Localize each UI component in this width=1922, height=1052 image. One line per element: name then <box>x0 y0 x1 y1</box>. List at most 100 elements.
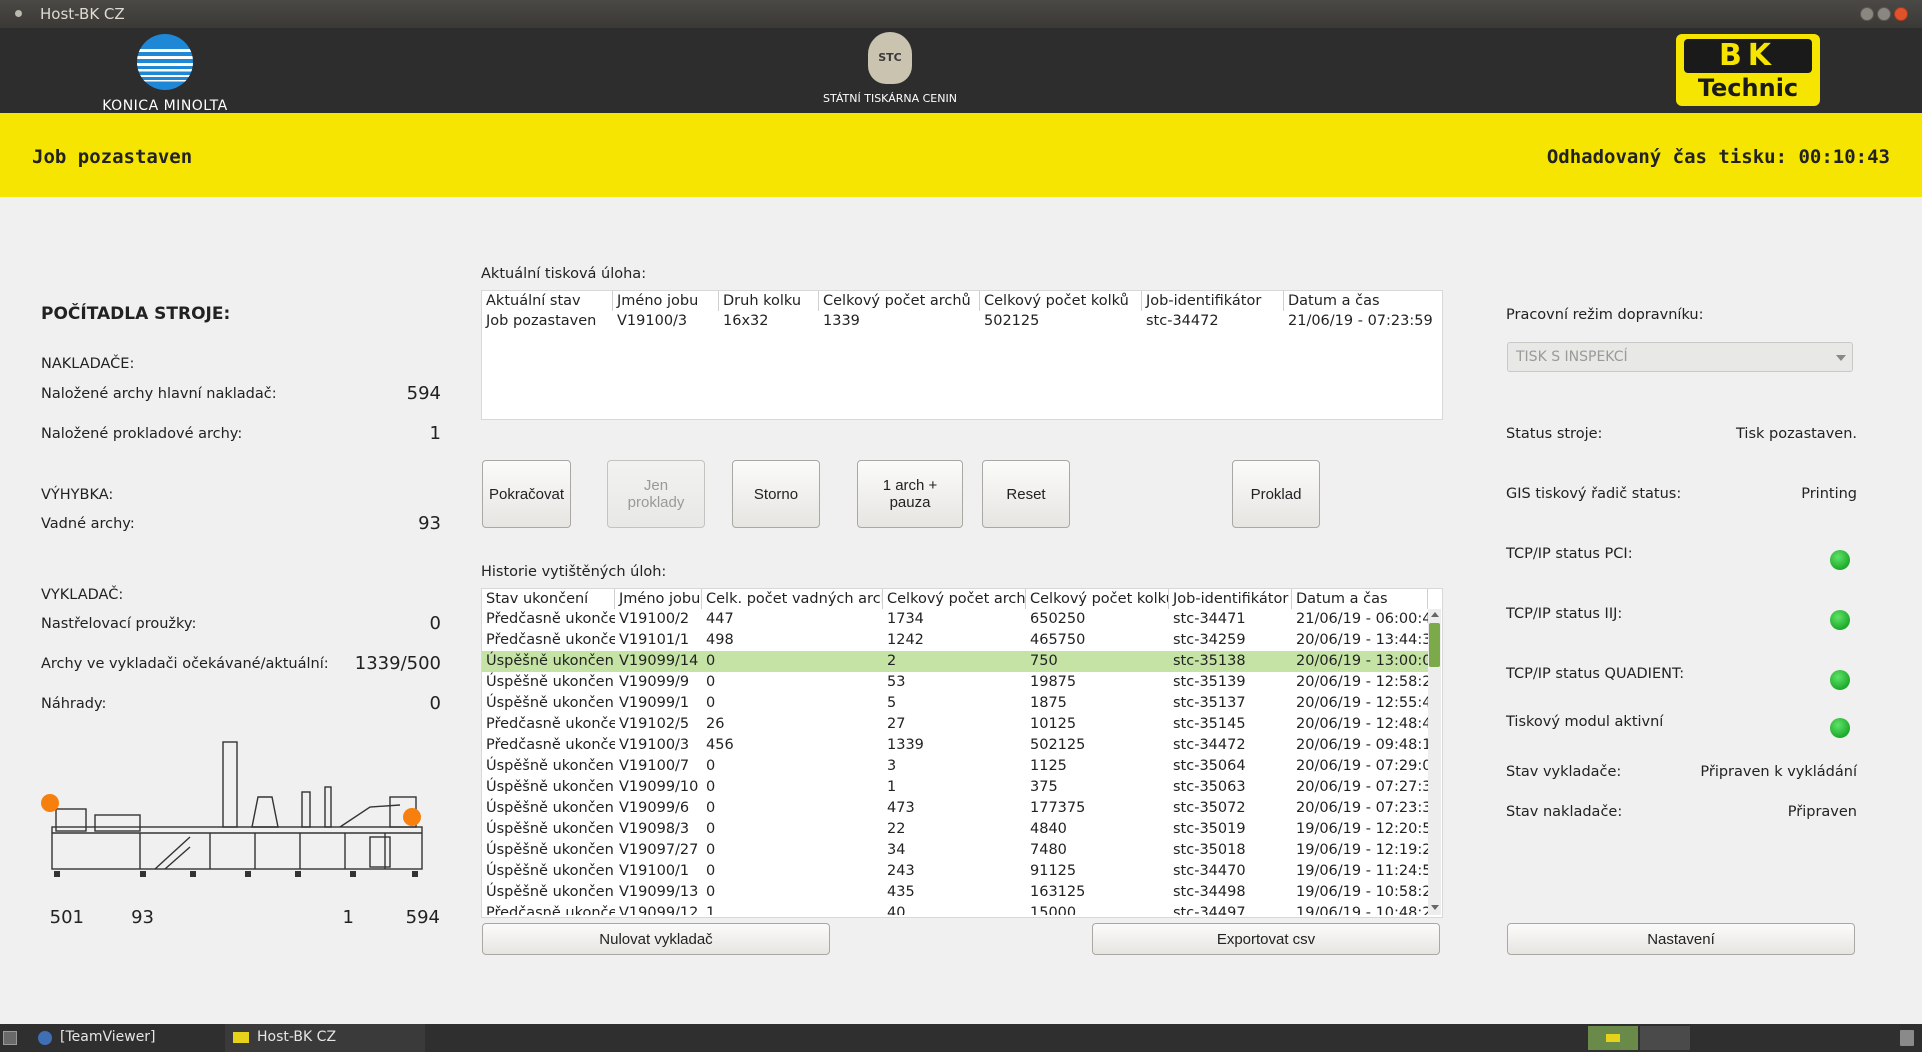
table-cell: Úspěšně ukončen <box>486 695 614 711</box>
table-cell: 20/06/19 - 12:58:29 <box>1296 674 1428 690</box>
column-header[interactable]: Datum a čas <box>1284 291 1440 311</box>
column-header[interactable]: Celkový počet archů <box>819 291 980 311</box>
table-row[interactable]: Úspěšně ukončen V19099/1 0 5 1875 stc-35137 20… <box>482 693 1428 714</box>
table-cell: stc-34259 <box>1173 632 1246 648</box>
table-cell: V19099/10 <box>619 779 699 795</box>
teamviewer-label: [TeamViewer] <box>60 1029 156 1045</box>
job-status-text: Job pozastaven <box>32 146 193 168</box>
scrollbar-thumb[interactable] <box>1429 623 1440 667</box>
defective-value: 93 <box>418 513 441 534</box>
reset-button[interactable]: Reset <box>982 460 1070 528</box>
table-cell: stc-35019 <box>1173 821 1246 837</box>
close-icon[interactable] <box>1894 7 1908 21</box>
workspace-window-icon <box>1606 1034 1620 1042</box>
window-titlebar: Host-BK CZ <box>0 0 1922 28</box>
table-cell: 456 <box>706 737 734 753</box>
workspace-2[interactable] <box>1640 1026 1690 1050</box>
table-cell: 502125 <box>984 313 1040 329</box>
table-cell: 1339 <box>887 737 924 753</box>
table-cell: stc-34472 <box>1146 313 1219 329</box>
table-cell: Předčasně ukončen <box>486 716 615 732</box>
table-cell: 4840 <box>1030 821 1067 837</box>
cancel-button[interactable]: Storno <box>732 460 820 528</box>
table-row[interactable]: Úspěšně ukončen V19099/10 0 1 375 stc-35063 20… <box>482 777 1428 798</box>
replacements-value: 0 <box>429 693 441 714</box>
table-row[interactable]: Úspěšně ukončen V19100/7 0 3 1125 stc-35064 20… <box>482 756 1428 777</box>
current-job-table[interactable]: Aktuální stav Jméno jobu Druh kolku Celk… <box>481 290 1443 420</box>
replacements-label: Náhrady: <box>41 696 107 712</box>
counters-panel: POČÍTADLA STROJE: NAKLADAČE: Naložené ar… <box>0 197 470 1024</box>
taskbar: [TeamViewer] Host-BK CZ <box>0 1024 1922 1052</box>
current-job-label: Aktuální tisková úloha: <box>481 266 647 282</box>
table-row[interactable]: Předčasně ukončen V19100/2 447 1734 650250 st… <box>482 609 1428 630</box>
stacker-heading: VYKLADAČ: <box>41 587 124 603</box>
history-scrollbar[interactable] <box>1428 609 1441 915</box>
table-row[interactable]: Úspěšně ukončen V19099/14 0 2 750 stc-35138 20… <box>482 651 1428 672</box>
column-header[interactable]: Druh kolku <box>719 291 819 311</box>
column-header[interactable]: Job-identifikátor <box>1169 589 1292 609</box>
history-table[interactable]: Stav ukončení Jméno jobu Celk. počet vad… <box>481 588 1443 918</box>
table-cell: 1 <box>706 905 716 915</box>
column-header[interactable]: Celkový počet kolků <box>1026 589 1169 609</box>
column-header[interactable]: Datum a čas <box>1292 589 1428 609</box>
host-bk-taskbar-item[interactable]: Host-BK CZ <box>225 1024 425 1052</box>
table-row[interactable]: Job pozastaven V19100/3 16x32 1339 50212… <box>482 311 1440 332</box>
table-cell: 502125 <box>1030 737 1086 753</box>
table-cell: 650250 <box>1030 611 1086 627</box>
scroll-down-arrow[interactable] <box>1431 905 1439 910</box>
column-header[interactable]: Celkový počet archů <box>883 589 1026 609</box>
table-row[interactable]: Úspěšně ukončen V19100/1 0 243 91125 stc-3447… <box>482 861 1428 882</box>
table-cell: 19/06/19 - 10:58:21 <box>1296 884 1428 900</box>
table-cell: 0 <box>706 800 716 816</box>
only-interleave-button[interactable]: Jen proklady <box>607 460 705 528</box>
interleave-label: Naložené prokladové archy: <box>41 426 243 442</box>
column-header[interactable]: Celk. počet vadných archů <box>702 589 883 609</box>
test-strips-label: Nastřelovací proužky: <box>41 616 197 632</box>
conveyor-mode-select[interactable]: TISK S INSPEKCÍ <box>1507 342 1853 372</box>
maximize-icon[interactable] <box>1877 7 1891 21</box>
column-header[interactable]: Aktuální stav <box>482 291 613 311</box>
table-row[interactable]: Úspěšně ukončen V19099/6 0 473 177375 stc-350… <box>482 798 1428 819</box>
export-csv-button[interactable]: Exportovat csv <box>1092 923 1440 955</box>
tcp-pci-label: TCP/IP status PCI: <box>1506 546 1633 562</box>
stc-text: STÁTNÍ TISKÁRNA CENIN <box>823 92 957 105</box>
conveyor-mode-label: Pracovní režim dopravníku: <box>1506 307 1704 323</box>
technic-logo-text: Technic <box>1697 74 1799 102</box>
continue-button[interactable]: Pokračovat <box>482 460 571 528</box>
one-sheet-pause-button[interactable]: 1 arch + pauza <box>857 460 963 528</box>
scroll-up-arrow[interactable] <box>1431 612 1439 617</box>
table-row[interactable]: Předčasně ukončen V19100/3 456 1339 502125 st… <box>482 735 1428 756</box>
table-cell: V19102/5 <box>619 716 690 732</box>
print-module-label: Tiskový modul aktivní <box>1506 714 1664 730</box>
table-row[interactable]: Předčasně ukončen V19099/12 1 40 15000 stc-34… <box>482 903 1428 915</box>
trash-icon[interactable] <box>1900 1030 1914 1046</box>
table-row[interactable]: Předčasně ukončen V19102/5 26 27 10125 stc-35… <box>482 714 1428 735</box>
table-row[interactable]: Předčasně ukončen V19101/1 498 1242 465750 st… <box>482 630 1428 651</box>
workspace-switcher[interactable] <box>1588 1026 1638 1050</box>
table-cell: 15000 <box>1030 905 1077 915</box>
column-header[interactable]: Celkový počet kolků <box>980 291 1142 311</box>
table-row[interactable]: Úspěšně ukončen V19099/9 0 53 19875 stc-35139… <box>482 672 1428 693</box>
column-header[interactable]: Stav ukončení <box>482 589 615 609</box>
table-row[interactable]: Úspěšně ukončen V19098/3 0 22 4840 stc-35019 1… <box>482 819 1428 840</box>
teamviewer-taskbar-item[interactable]: [TeamViewer] <box>30 1024 220 1052</box>
column-header[interactable]: Jméno jobu <box>613 291 719 311</box>
interleave-button[interactable]: Proklad <box>1232 460 1320 528</box>
table-row[interactable]: Úspěšně ukončen V19099/13 0 435 163125 stc-34… <box>482 882 1428 903</box>
reset-stacker-button[interactable]: Nulovat vykladač <box>482 923 830 955</box>
table-cell: 465750 <box>1030 632 1086 648</box>
table-row[interactable]: Úspěšně ukončen V19097/27 0 34 7480 stc-35018… <box>482 840 1428 861</box>
table-cell: 2 <box>887 653 897 669</box>
settings-button[interactable]: Nastavení <box>1507 923 1855 955</box>
table-cell: 498 <box>706 632 734 648</box>
host-bk-label: Host-BK CZ <box>257 1029 337 1045</box>
table-cell: Předčasně ukončen <box>486 905 615 915</box>
column-header[interactable]: Jméno jobu <box>615 589 702 609</box>
window-menu-icon[interactable] <box>15 10 22 17</box>
show-desktop-icon[interactable] <box>3 1031 17 1045</box>
table-cell: stc-35137 <box>1173 695 1246 711</box>
column-header[interactable]: Job-identifikátor <box>1142 291 1284 311</box>
minimize-icon[interactable] <box>1860 7 1874 21</box>
tcp-iij-status-led <box>1830 610 1850 630</box>
table-cell: stc-35072 <box>1173 800 1246 816</box>
